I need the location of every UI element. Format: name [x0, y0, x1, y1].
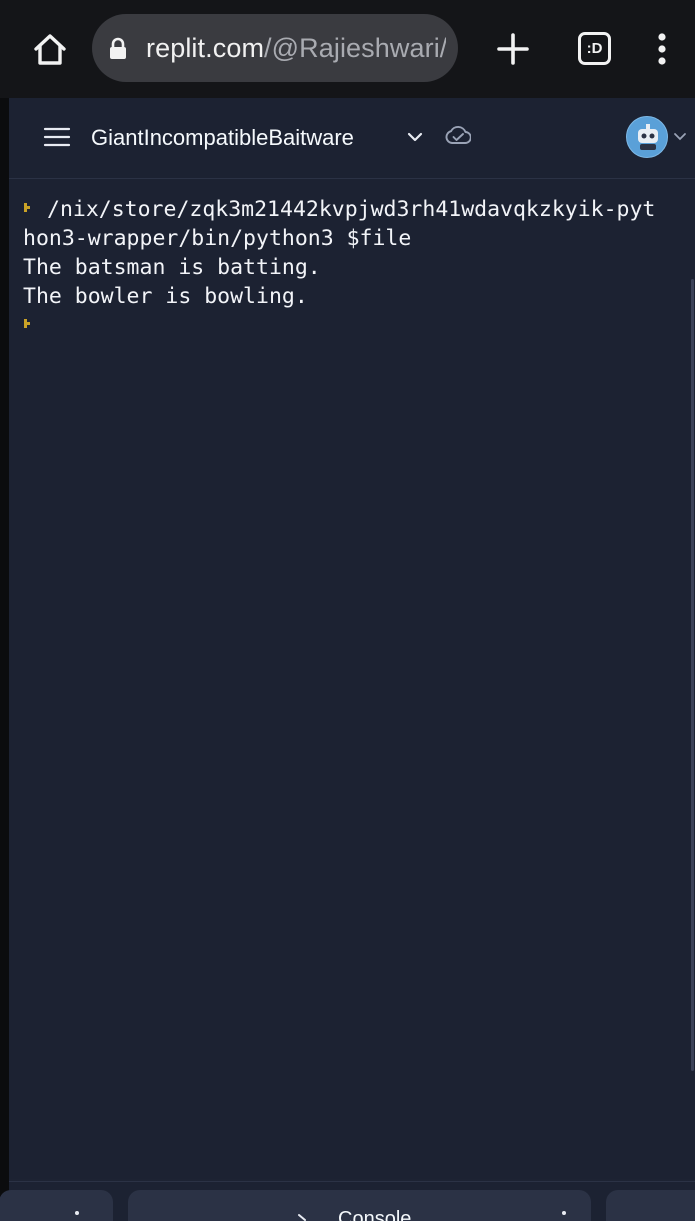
- replit-app: GiantIncompatibleBaitware /nix/store/zqk…: [0, 98, 695, 1221]
- lock-icon: [110, 37, 126, 59]
- prompt-chevron-icon: [24, 203, 30, 212]
- kebab-menu-icon[interactable]: [650, 30, 674, 68]
- console-command-text: /nix/store/zqk3m21442kvpjwd3rh41wdavqkzk…: [47, 197, 656, 222]
- tab-console[interactable]: Console: [128, 1190, 591, 1221]
- hamburger-icon[interactable]: [43, 126, 71, 148]
- plus-icon[interactable]: [494, 30, 532, 68]
- tab-right[interactable]: [606, 1190, 695, 1221]
- workspace-header: GiantIncompatibleBaitware: [9, 98, 695, 179]
- console-line: The batsman is batting.: [23, 255, 321, 280]
- console-tab-label: Console: [338, 1208, 412, 1221]
- console-line: /nix/store/zqk3m21442kvpjwd3rh41wdavqkzk…: [23, 195, 655, 224]
- url-path: /@Rajieshwari/G: [264, 33, 446, 63]
- console-line: hon3-wrapper/bin/python3 $file: [23, 226, 412, 251]
- screen: replit.com/@Rajieshwari/G :D GiantIncomp…: [0, 0, 695, 1221]
- avatar[interactable]: [626, 116, 668, 158]
- url-text[interactable]: replit.com/@Rajieshwari/G: [146, 14, 446, 82]
- chevron-down-icon[interactable]: [673, 131, 687, 143]
- project-name[interactable]: GiantIncompatibleBaitware: [91, 98, 354, 178]
- address-bar[interactable]: replit.com/@Rajieshwari/G: [92, 14, 458, 82]
- kebab-menu-icon[interactable]: [75, 1210, 79, 1221]
- browser-toolbar: replit.com/@Rajieshwari/G :D: [0, 0, 695, 98]
- console-chevron-icon: [298, 1214, 306, 1221]
- scrollbar[interactable]: [691, 279, 694, 1071]
- home-icon[interactable]: [30, 30, 70, 70]
- console-output[interactable]: /nix/store/zqk3m21442kvpjwd3rh41wdavqkzk…: [9, 179, 695, 1179]
- chevron-down-icon[interactable]: [406, 129, 424, 145]
- tab-left[interactable]: [0, 1190, 113, 1221]
- avatar-robot-icon: [638, 124, 658, 150]
- console-line: The bowler is bowling.: [23, 284, 308, 309]
- prompt-chevron-icon: [24, 319, 30, 328]
- cloud-check-icon: [445, 126, 471, 144]
- tab-switcher-button[interactable]: :D: [578, 32, 611, 65]
- kebab-menu-icon[interactable]: [562, 1210, 566, 1221]
- console-prompt[interactable]: [23, 311, 47, 340]
- url-domain: replit.com: [146, 33, 265, 63]
- bottom-tab-bar: Console: [0, 1181, 695, 1221]
